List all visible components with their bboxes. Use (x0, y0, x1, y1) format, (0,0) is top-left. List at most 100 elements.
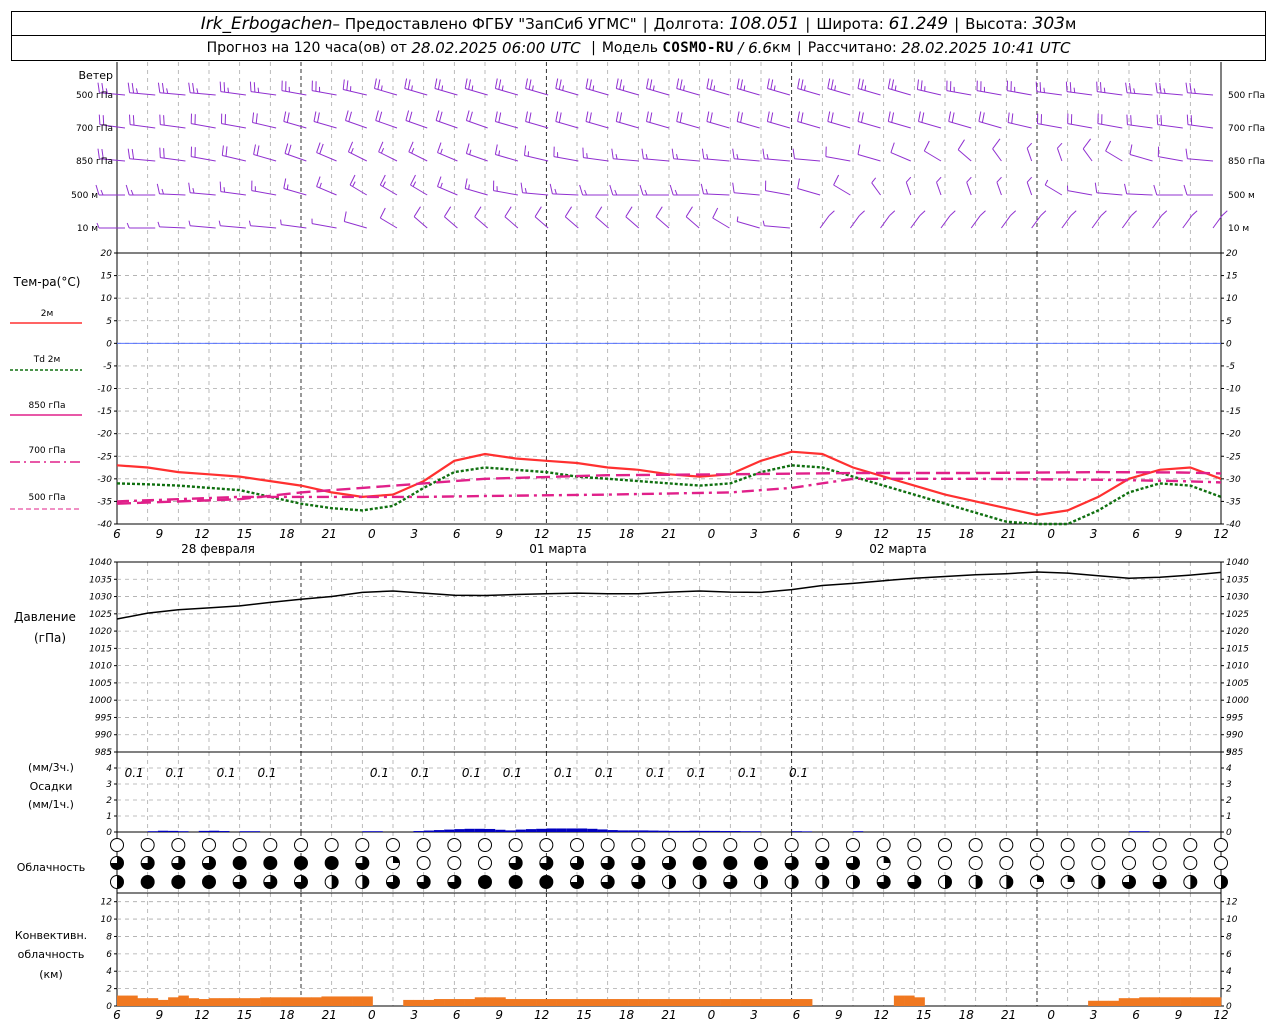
cloud-symbol (938, 856, 952, 870)
wind-barb-shaft (250, 225, 277, 229)
wind-barb-feather (762, 220, 765, 226)
wind-barb-feather (736, 78, 740, 89)
conv-time-tick: 9 (1175, 1008, 1183, 1022)
pres-ytick-label-right: 1025 (1226, 610, 1249, 620)
conv-bar (505, 999, 516, 1006)
wind-barb-feather (614, 189, 618, 196)
wind-barb-feather (887, 78, 891, 89)
wind-barb-feather (918, 111, 921, 122)
wind-barb-feather (615, 153, 618, 160)
precip-bar (720, 831, 731, 832)
pres-ytick-label: 1000 (89, 696, 112, 706)
conv-time-tick: 12 (874, 1008, 889, 1022)
wind-barb-feather (1040, 210, 1047, 217)
wind-barb-feather (1009, 210, 1017, 217)
conv-bar (352, 996, 363, 1006)
conv-title-1: Конвективн. (15, 929, 87, 942)
wind-level-500m: 500 м (71, 191, 98, 201)
wind-barb-feather (132, 115, 135, 126)
conv-bar (321, 996, 332, 1006)
conv-bar (433, 999, 445, 1006)
wind-barb-shaft (992, 148, 1002, 162)
wind-barb-feather (501, 85, 504, 91)
temp-time-tick: 15 (916, 527, 931, 541)
temp-ytick-label: 10 (101, 294, 113, 304)
wind-barb-feather (713, 85, 716, 91)
wind-barb-feather (404, 78, 408, 89)
conv-bar (597, 999, 608, 1006)
cloud-symbol (1060, 838, 1075, 852)
conv-bar (127, 995, 138, 1006)
prec-ytick-label-right: 0 (1226, 828, 1232, 838)
conv-time-tick: 3 (1090, 1008, 1098, 1022)
wind-barb-feather (411, 85, 413, 91)
cloud-fill (975, 875, 983, 889)
cloud-symbol (1152, 856, 1167, 870)
conv-bar (229, 998, 240, 1006)
conv-time-tick: 6 (793, 1008, 801, 1022)
wind-barb-feather (520, 182, 523, 193)
wind-barb-shaft (1067, 123, 1093, 129)
precip-bar (474, 828, 485, 832)
conv-ytick-label: 10 (101, 915, 113, 925)
temp-ytick-label: -40 (97, 520, 112, 530)
conv-bar (904, 995, 915, 1006)
wind-barb-feather (221, 145, 224, 156)
wind-barb-feather (1130, 115, 1132, 126)
conv-bar (331, 996, 343, 1006)
temp-time-tick: 6 (1132, 527, 1140, 541)
wind-barb-feather (592, 85, 595, 91)
cloud-fill (478, 875, 492, 889)
conv-bar (587, 999, 598, 1006)
wind-barb-feather (127, 82, 131, 93)
conv-ytick-label: 0 (106, 1002, 112, 1012)
pres-ytick-label-right: 990 (1226, 731, 1243, 741)
conv-bar (1190, 997, 1201, 1006)
conv-time-tick: 12 (194, 1008, 209, 1022)
wind-barb-feather (225, 146, 228, 157)
wind-barb-feather (1124, 183, 1128, 195)
wind-barb-feather (709, 112, 713, 123)
wind-barb-shaft (940, 215, 951, 229)
wind-barb-feather (283, 111, 287, 122)
conv-bar (1180, 997, 1191, 1006)
wind-barb-shaft (833, 184, 851, 196)
pres-ytick-label-right: 995 (1226, 713, 1243, 723)
cloud-symbol (907, 856, 922, 870)
wind-barb-shaft (408, 151, 428, 162)
pres-ytick-label: 995 (95, 713, 112, 723)
wind-barb-shaft (712, 217, 730, 229)
wind-barb-feather (192, 187, 195, 194)
wind-barb-feather (317, 112, 320, 123)
wind-barb-feather (585, 111, 589, 122)
precip-unit-3h: (мм/3ч.) (28, 761, 74, 774)
temp-time-tick: 3 (410, 527, 418, 541)
wind-barb-feather (127, 148, 131, 159)
wind-barb-feather (857, 111, 861, 122)
temp-time-tick: 18 (619, 527, 635, 541)
date-label-3: 02 марта (869, 542, 926, 556)
cloud-fill (723, 856, 737, 870)
conv-bar (801, 999, 813, 1006)
conv-ytick-label-right: 12 (1226, 898, 1238, 908)
pressure-title: Давление (14, 610, 76, 624)
wind-barb-feather (408, 111, 413, 122)
wind-barb-feather (555, 78, 559, 89)
wind-barb-feather (1129, 83, 1132, 94)
wind-barb-feather (382, 181, 386, 187)
conv-bar (311, 997, 322, 1006)
wind-barb-feather (609, 184, 614, 196)
wind-barb-shaft (1096, 192, 1123, 196)
wind-barb-feather (797, 78, 800, 89)
wind-barb-feather (706, 153, 709, 160)
wind-title: Ветер (79, 69, 113, 82)
conv-bar (689, 999, 700, 1006)
legend-t850: 850 гПа (28, 401, 65, 411)
wind-barb-shaft (191, 123, 216, 129)
wind-barb-feather (135, 88, 138, 94)
precip-unit-1h: (мм/1ч.) (28, 798, 74, 811)
precip-bar (157, 830, 169, 832)
prec-ytick-label: 2 (106, 796, 112, 806)
wind-barb-feather (981, 112, 985, 123)
wind-barb-feather (1189, 83, 1192, 94)
